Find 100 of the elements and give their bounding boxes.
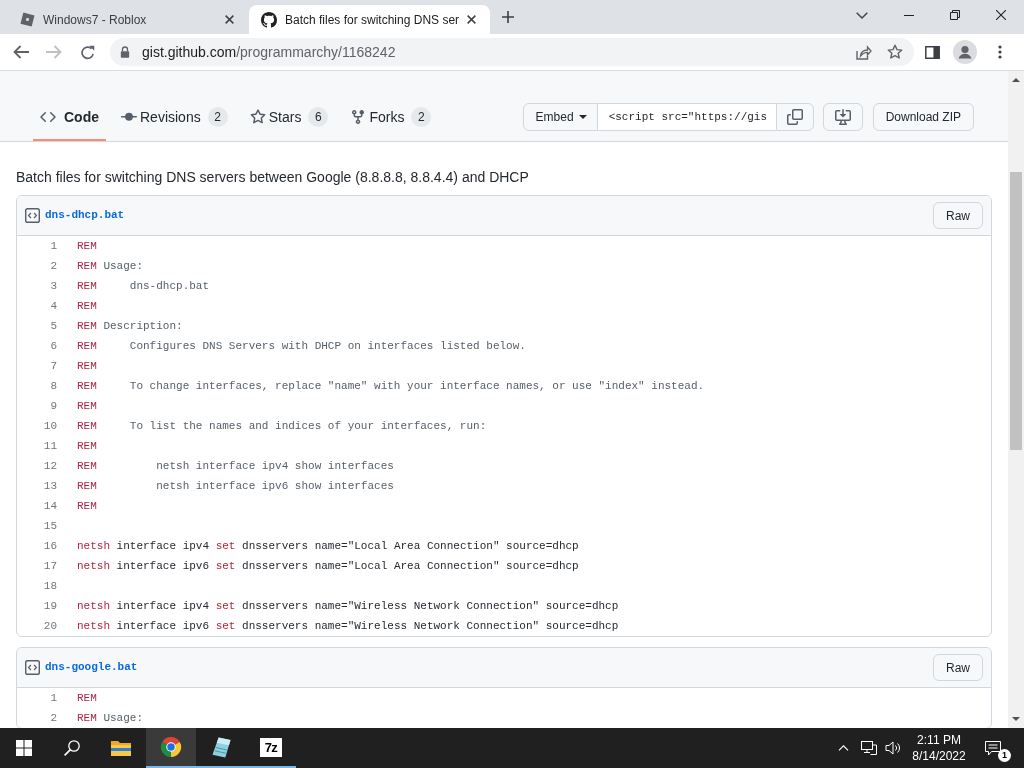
gist-tab[interactable]: Forks 2	[343, 103, 439, 141]
line-number: 20	[43, 620, 57, 632]
star-icon	[249, 109, 266, 125]
chevron-down-icon[interactable]	[856, 11, 868, 19]
line-number: 5	[50, 320, 57, 332]
browser-icon	[160, 736, 182, 758]
taskbar-app-button[interactable]	[146, 728, 196, 768]
line-number: 16	[43, 540, 57, 552]
taskbar-app-button[interactable]: 7z	[246, 728, 296, 768]
chevron-up-icon[interactable]	[837, 745, 849, 751]
code-line: REM	[77, 440, 97, 452]
scroll-up-arrow-icon[interactable]	[1012, 78, 1020, 82]
close-icon[interactable]	[225, 15, 234, 24]
raw-button[interactable]: Raw	[933, 654, 983, 681]
code-line: REM To change interfaces, replace "name" with your interface names, or use "index" instead.	[77, 380, 705, 392]
browser-tab[interactable]: Windows7 - Roblox	[8, 5, 249, 34]
line-number: 13	[43, 480, 57, 492]
reload-icon[interactable]	[79, 44, 95, 60]
tab-counter: 2	[207, 107, 228, 127]
taskbar-date[interactable]: 8/14/2022	[912, 748, 966, 764]
lock-icon[interactable]	[120, 46, 130, 58]
cat-logo-icon	[261, 11, 277, 28]
code-line: REM Usage:	[77, 712, 144, 724]
network-icon[interactable]	[861, 741, 877, 755]
line-number: 1	[50, 692, 57, 704]
code-line: REM netsh interface ipv4 show interfaces	[77, 460, 394, 472]
line-number: 9	[50, 400, 57, 412]
close-icon[interactable]	[996, 10, 1006, 20]
line-number: 12	[43, 460, 57, 472]
volume-icon[interactable]	[885, 741, 901, 755]
desktop-download-icon	[834, 109, 851, 125]
code-line: REM	[77, 360, 97, 372]
copy-icon	[786, 109, 803, 125]
plus-icon[interactable]	[502, 11, 514, 23]
code-icon	[40, 109, 56, 125]
star-icon[interactable]	[887, 44, 903, 60]
code-line: REM To list the names and indices of your interfaces, run:	[77, 420, 487, 432]
embed-dropdown[interactable]: Embed	[522, 103, 598, 131]
address-bar[interactable]: gist.github.com/programmarchy/1168242	[110, 38, 914, 66]
code-line: REM Configures DNS Servers with DHCP on interfaces listed below.	[77, 340, 526, 352]
gist-tab[interactable]: Revisions 2	[114, 103, 235, 141]
line-number: 6	[50, 340, 57, 352]
code-line: REM Description:	[77, 320, 183, 332]
taskbar-time[interactable]: 2:11 PM	[917, 732, 961, 748]
line-number: 2	[50, 260, 57, 272]
notification-icon[interactable]	[985, 740, 1001, 756]
share-icon[interactable]	[856, 44, 872, 60]
folder-icon	[111, 738, 131, 756]
download-zip-button[interactable]: Download ZIP	[872, 103, 974, 131]
tab-counter: 6	[308, 107, 329, 127]
start-icon[interactable]	[16, 740, 32, 756]
close-icon[interactable]	[467, 15, 477, 24]
menu-icon[interactable]	[998, 45, 1002, 59]
code-line: REM dns-dhcp.bat	[77, 280, 210, 292]
code-line: netsh interface ipv4 set dnsservers name="Wireless Network Connection" source=dhcp	[77, 600, 619, 612]
code-line: REM	[77, 692, 97, 704]
line-number: 4	[50, 300, 57, 312]
gist-description: Batch files for switching DNS servers between Google (8.8.8.8, 8.8.4.4) and DHCP	[16, 168, 529, 187]
caret-down-icon	[578, 115, 587, 119]
avatar-icon[interactable]	[953, 40, 977, 64]
line-number: 11	[43, 440, 57, 452]
code-line: REM	[77, 400, 97, 412]
code-line: REM Usage:	[77, 260, 144, 272]
fork-icon	[350, 109, 367, 125]
file-name-link[interactable]: dns-dhcp.bat	[45, 207, 125, 224]
notepad-icon	[211, 736, 231, 758]
line-number: 18	[43, 580, 57, 592]
file-code-icon	[25, 208, 40, 223]
scroll-down-arrow-icon[interactable]	[1012, 717, 1020, 721]
line-number: 8	[50, 380, 57, 392]
code-line: REM	[77, 500, 97, 512]
file-name-link[interactable]: dns-google.bat	[45, 659, 138, 676]
code-line: REM	[77, 300, 97, 312]
line-number: 7	[50, 360, 57, 372]
code-line: REM	[77, 240, 97, 252]
line-number: 10	[43, 420, 57, 432]
gist-tab[interactable]: Stars 6	[242, 103, 336, 141]
notification-count: 1	[998, 749, 1011, 762]
desktop-download-button[interactable]	[822, 103, 863, 131]
minimize-icon[interactable]	[904, 14, 914, 16]
line-number: 2	[50, 712, 57, 724]
line-number: 17	[43, 560, 57, 572]
copy-button[interactable]	[775, 103, 814, 131]
line-number: 1	[50, 240, 57, 252]
line-number: 14	[43, 500, 57, 512]
restore-icon[interactable]	[950, 10, 960, 20]
code-line: netsh interface ipv6 set dnsservers name="Local Area Connection" source=dhcp	[77, 560, 579, 572]
back-arrow-icon[interactable]	[13, 45, 29, 59]
search-icon[interactable]	[64, 740, 80, 756]
code-line: REM netsh interface ipv6 show interfaces	[77, 480, 394, 492]
scrollbar-thumb[interactable]	[1010, 172, 1022, 450]
line-number: 19	[43, 600, 57, 612]
raw-button[interactable]: Raw	[933, 202, 983, 229]
embed-code-field[interactable]: <script src="https://gis	[597, 103, 776, 131]
code-line: netsh interface ipv6 set dnsservers name="Wireless Network Connection" source=dhcp	[77, 620, 619, 632]
file-code-icon	[25, 660, 40, 675]
code-line: netsh interface ipv4 set dnsservers name="Local Area Connection" source=dhcp	[77, 540, 579, 552]
tab-counter: 2	[411, 107, 432, 127]
side-panel-icon[interactable]	[924, 45, 940, 59]
browser-tab[interactable]: Batch files for switching DNS ser	[249, 5, 490, 34]
